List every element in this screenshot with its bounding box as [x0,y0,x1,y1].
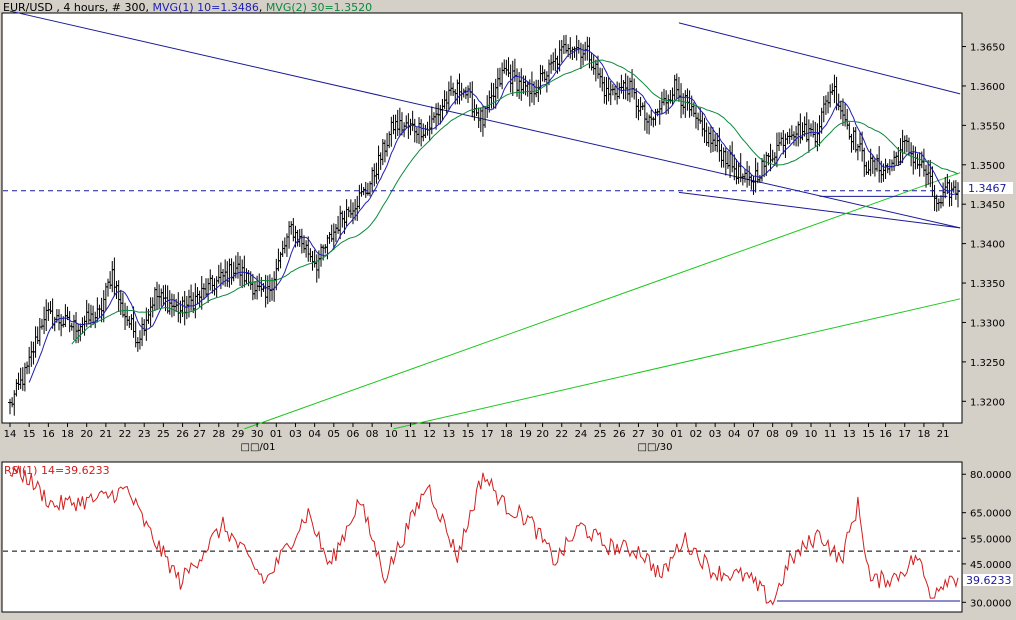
x-tick-label: 14 [4,429,17,440]
x-tick-label: 18 [500,429,513,440]
price-y-axis: 1.3200 1.3250 1.3300 1.3350 1.3400 1.3450 1.35… [962,43,1005,408]
ma30-legend: MVG(2) 30=1.3520 [266,1,372,14]
x-tick-label: 26 [176,429,189,440]
symbol-label: EUR/USD [3,1,53,14]
x-tick-label: 08 [766,429,779,440]
price-y-tick-label: 1.3300 [970,318,1005,329]
x-tick-label: 06 [347,429,360,440]
x-tick-label: 18 [918,429,931,440]
x-tick-label: 11 [404,429,417,440]
x-tick-label: 27 [193,429,206,440]
x-tick-label: 27 [632,429,645,440]
x-tick-label: 09 [785,429,798,440]
price-y-tick-label: 1.3200 [970,397,1005,408]
x-tick-label: 11 [824,429,837,440]
x-tick-label: 10 [385,429,398,440]
x-tick-label: 16 [879,429,892,440]
price-y-tick-label: 1.3550 [970,121,1005,132]
price-y-tick-label: 1.3600 [970,82,1005,93]
rsi-panel: 30.0000 45.0000 55.0000 65.0000 80.0000 RSI(… [1,461,1013,613]
ma10-legend: MVG(1) 10=1.3486 [153,1,259,14]
x-tick-label: 24 [575,429,588,440]
x-tick-label: 15 [862,429,875,440]
x-tick-label: 26 [613,429,626,440]
x-month-label: □□/30 [638,442,673,453]
x-tick-label: 04 [728,429,741,440]
x-tick-label: 18 [61,429,74,440]
rsi-last-tag: 39.6233 [966,574,1012,587]
x-tick-label: 15 [23,429,36,440]
x-tick-label: 30 [251,429,264,440]
x-tick-label: 20 [80,429,93,440]
x-tick-label: 10 [805,429,818,440]
price-panel: 1.3200 1.3250 1.3300 1.3350 1.3400 1.3450 1.35… [1,10,1013,430]
x-axis: 14 15 16 18 20 21 22 23 25 26 27 28 29 30 01 03 04 05 06 08… [4,423,950,453]
x-tick-label: 03 [709,429,722,440]
rsi-y-tick-label: 80.0000 [970,470,1011,481]
rsi-y-tick-label: 45.0000 [970,560,1011,571]
price-plot-area [1,12,963,424]
x-tick-label: 13 [843,429,856,440]
x-tick-label: 25 [157,429,170,440]
x-tick-label: 21 [937,429,950,440]
x-tick-label: 19 [519,429,532,440]
price-y-tick-label: 1.3450 [970,200,1005,211]
interval-label: 4 hours [63,1,105,14]
x-tick-label: 17 [898,429,911,440]
x-tick-label: 03 [289,429,302,440]
last-price-tag: 1.3467 [968,182,1007,195]
x-tick-label: 13 [442,429,455,440]
x-tick-label: 28 [212,429,225,440]
chart-window: 1.3200 1.3250 1.3300 1.3350 1.3400 1.3450 1.35… [0,0,1016,615]
x-tick-label: 01 [670,429,683,440]
svg-text:EUR/USD , 4 hours, # 300, MVG(: EUR/USD , 4 hours, # 300, MVG(1) 10=1.34… [3,1,372,14]
x-tick-label: 25 [594,429,607,440]
rsi-y-axis: 30.0000 45.0000 55.0000 65.0000 80.0000 [962,470,1011,609]
price-y-tick-label: 1.3400 [970,240,1005,251]
price-y-tick-label: 1.3350 [970,279,1005,290]
price-y-tick-label: 1.3650 [970,43,1005,54]
rsi-plot-area [1,461,963,613]
bar-count-label: # 300 [112,1,146,14]
price-y-tick-label: 1.3250 [970,358,1005,369]
rsi-legend: RSI(1) 14=39.6233 [4,464,110,477]
x-tick-label: 22 [555,429,568,440]
x-tick-label: 02 [690,429,703,440]
x-tick-label: 23 [138,429,151,440]
rsi-y-tick-label: 65.0000 [970,509,1011,520]
x-tick-label: 20 [536,429,549,440]
rsi-y-tick-label: 55.0000 [970,534,1011,545]
x-tick-label: 17 [481,429,494,440]
rsi-y-tick-label: 30.0000 [970,598,1011,609]
x-tick-label: 29 [232,429,245,440]
x-tick-label: 16 [42,429,55,440]
x-tick-label: 07 [747,429,760,440]
x-month-label: □□/01 [241,442,276,453]
price-legend: EUR/USD , 4 hours, # 300, MVG(1) 10=1.34… [3,1,372,14]
x-tick-label: 22 [119,429,132,440]
x-tick-label: 04 [308,429,321,440]
x-tick-label: 08 [366,429,379,440]
price-y-tick-label: 1.3500 [970,161,1005,172]
x-tick-label: 12 [423,429,436,440]
x-tick-label: 05 [327,429,340,440]
x-tick-label: 21 [99,429,112,440]
x-tick-label: 30 [651,429,664,440]
x-tick-label: 15 [462,429,475,440]
x-tick-label: 01 [270,429,283,440]
